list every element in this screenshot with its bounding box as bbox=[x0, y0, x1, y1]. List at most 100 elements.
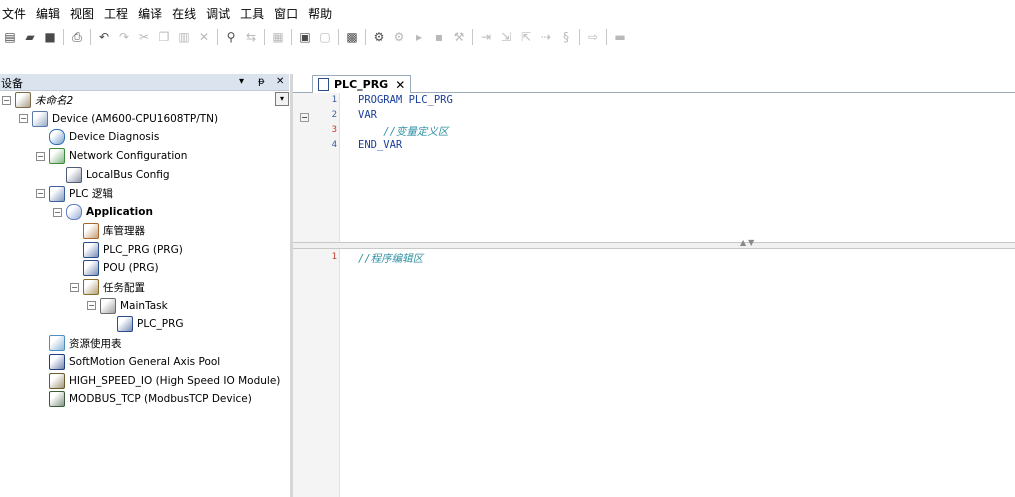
step-over-icon[interactable]: ⇥ bbox=[478, 29, 494, 45]
panel-menu-icon[interactable]: ▾ bbox=[239, 74, 244, 90]
menu-item-9[interactable]: 帮助 bbox=[303, 4, 337, 24]
add-object-icon[interactable]: ▣ bbox=[297, 29, 313, 45]
splitter-arrows-icon[interactable]: ▲▼ bbox=[740, 238, 756, 247]
menu-item-2[interactable]: 视图 bbox=[65, 4, 99, 24]
tree-maintask-plc-prg[interactable]: PLC_PRG bbox=[104, 315, 184, 333]
menu-item-8[interactable]: 窗口 bbox=[269, 4, 303, 24]
collapse-icon[interactable]: − bbox=[19, 114, 28, 124]
tree-task-configuration[interactable]: − 任务配置 bbox=[70, 278, 145, 296]
menu-item-4[interactable]: 编译 bbox=[133, 4, 167, 24]
toolbar-separator bbox=[291, 29, 292, 45]
tree-item-label: PLC 逻辑 bbox=[69, 188, 113, 200]
device-icon bbox=[32, 110, 48, 127]
stop-icon[interactable]: ▪ bbox=[431, 29, 447, 45]
cut-icon[interactable]: ✂ bbox=[136, 29, 152, 45]
project-icon bbox=[15, 92, 31, 108]
menu-item-1[interactable]: 编辑 bbox=[31, 4, 65, 24]
open-icon[interactable]: ▰ bbox=[22, 29, 38, 45]
tree-item-label: MODBUS_TCP (ModbusTCP Device) bbox=[69, 393, 252, 406]
step-out-icon[interactable]: ⇱ bbox=[518, 29, 534, 45]
set-next-icon[interactable]: § bbox=[558, 29, 574, 45]
toolbar-separator bbox=[472, 29, 473, 45]
start-icon[interactable]: ▸ bbox=[411, 29, 427, 45]
toolbar-separator bbox=[217, 29, 218, 45]
tree-item-label: Application bbox=[86, 206, 153, 219]
tab-plc-prg[interactable]: PLC_PRG ✕ bbox=[312, 75, 412, 93]
code-comment: //变量定义区 bbox=[358, 126, 449, 138]
tree-item-label: HIGH_SPEED_IO (High Speed IO Module) bbox=[69, 374, 281, 387]
tree-localbus-config[interactable]: LocalBus Config bbox=[53, 166, 170, 184]
tree-device-diagnosis[interactable]: Device Diagnosis bbox=[36, 128, 159, 146]
tree-item-label: Device Diagnosis bbox=[69, 131, 160, 144]
tree-pou[interactable]: POU (PRG) bbox=[70, 259, 159, 277]
tree-plc-logic[interactable]: − PLC 逻辑 bbox=[36, 185, 113, 203]
tree-library-manager[interactable]: 库管理器 bbox=[70, 222, 145, 240]
io-icon bbox=[49, 372, 65, 389]
line-number: 2 bbox=[331, 110, 337, 120]
tree-resource-usage[interactable]: 资源使用表 bbox=[36, 334, 122, 352]
save-icon[interactable]: ■ bbox=[42, 29, 58, 45]
delete-icon[interactable]: ✕ bbox=[196, 29, 212, 45]
line-number: 1 bbox=[331, 95, 337, 105]
collapse-icon[interactable]: − bbox=[36, 189, 45, 198]
login-icon[interactable]: ⚙ bbox=[371, 29, 387, 45]
run-to-cursor-icon[interactable]: ⇢ bbox=[538, 29, 554, 45]
show-next-icon[interactable]: ⇨ bbox=[585, 29, 601, 45]
add-folder-icon[interactable]: ▢ bbox=[317, 29, 333, 45]
find-icon[interactable]: ⚲ bbox=[223, 29, 239, 45]
paste-icon[interactable]: ▥ bbox=[176, 29, 192, 45]
redo-icon[interactable]: ↷ bbox=[116, 29, 132, 45]
tree-item-label: 未命名2 bbox=[35, 94, 74, 107]
menu-item-7[interactable]: 工具 bbox=[235, 4, 269, 24]
tree-network-configuration[interactable]: − Network Configuration bbox=[36, 147, 187, 165]
close-tab-icon[interactable]: ✕ bbox=[395, 78, 405, 92]
tree-modbus-tcp[interactable]: MODBUS_TCP (ModbusTCP Device) bbox=[36, 390, 252, 408]
menu-item-3[interactable]: 工程 bbox=[99, 4, 133, 24]
new-icon[interactable]: ▤ bbox=[2, 29, 18, 45]
tree-options-dropdown-icon[interactable]: ▾ bbox=[275, 92, 289, 106]
tree-item-label: Device (AM600-CPU1608TP/TN) bbox=[52, 112, 219, 125]
impl-gutter bbox=[293, 248, 340, 497]
tree-plc-prg[interactable]: PLC_PRG (PRG) bbox=[70, 241, 183, 259]
step-into-icon[interactable]: ⇲ bbox=[498, 29, 514, 45]
toggle-breakpoint-icon[interactable]: ▬ bbox=[612, 29, 628, 45]
close-panel-icon[interactable]: ✕ bbox=[276, 74, 284, 90]
pou-icon bbox=[83, 260, 99, 277]
line-number: 1 bbox=[331, 252, 337, 262]
collapse-icon[interactable]: − bbox=[70, 282, 79, 292]
pin-icon[interactable]: ᵽ bbox=[258, 74, 265, 90]
logout-icon[interactable]: ⚙ bbox=[391, 29, 407, 45]
tree-item-label: PLC_PRG (PRG) bbox=[103, 243, 183, 256]
tree-application[interactable]: − Application bbox=[53, 203, 153, 221]
collapse-icon[interactable]: − bbox=[53, 207, 62, 217]
menu-item-5[interactable]: 在线 bbox=[167, 4, 201, 24]
tree-high-speed-io[interactable]: HIGH_SPEED_IO (High Speed IO Module) bbox=[36, 372, 280, 390]
toolbar-separator bbox=[338, 29, 339, 45]
copy-icon[interactable]: ❐ bbox=[156, 29, 172, 45]
print-icon[interactable]: ⎙ bbox=[69, 29, 85, 45]
code-comment: //程序编辑区 bbox=[358, 253, 424, 265]
collapse-icon[interactable]: − bbox=[2, 95, 11, 105]
collapse-icon[interactable]: − bbox=[36, 151, 45, 161]
tree-device[interactable]: − Device (AM600-CPU1608TP/TN) bbox=[19, 110, 218, 128]
tree-project[interactable]: − 未命名2 bbox=[2, 91, 73, 109]
resources-icon bbox=[49, 335, 65, 352]
menu-item-0[interactable]: 文件 bbox=[0, 4, 31, 24]
menu-item-6[interactable]: 调试 bbox=[201, 4, 235, 24]
collapse-icon[interactable]: − bbox=[87, 301, 96, 311]
modbus-icon bbox=[49, 391, 65, 408]
toolbar-separator bbox=[579, 29, 580, 45]
undo-icon[interactable]: ↶ bbox=[96, 29, 112, 45]
code-line: VAR bbox=[358, 109, 377, 121]
code-line: END_VAR bbox=[358, 139, 403, 151]
editor-splitter[interactable]: ▲▼ bbox=[293, 238, 1015, 249]
line-number: 3 bbox=[331, 125, 337, 135]
tree-softmotion-pool[interactable]: SoftMotion General Axis Pool bbox=[36, 353, 220, 371]
diagnosis-icon bbox=[49, 129, 65, 146]
reset-icon[interactable]: ⚒ bbox=[451, 29, 467, 45]
select-all-icon[interactable]: ▦ bbox=[270, 29, 286, 45]
tree-item-label: LocalBus Config bbox=[86, 168, 170, 181]
replace-icon[interactable]: ⇆ bbox=[243, 29, 259, 45]
build-icon[interactable]: ▩ bbox=[344, 29, 360, 45]
tree-maintask[interactable]: − MainTask bbox=[87, 297, 168, 315]
